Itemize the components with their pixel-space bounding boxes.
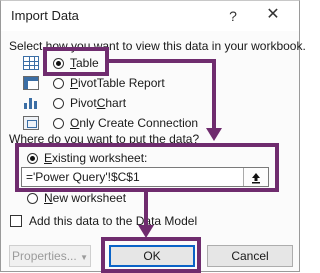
help-button[interactable]: ? (225, 6, 241, 26)
existing-worksheet-radio[interactable] (27, 152, 38, 164)
location-section-label: Where do you want to put the data? (9, 132, 200, 146)
pivottable-option[interactable]: PivotTable Report (53, 75, 165, 91)
pivottable-label: PivotTable Report (70, 76, 165, 90)
pivotchart-radio[interactable] (53, 97, 64, 109)
reference-field[interactable] (21, 167, 269, 187)
dropdown-arrow-icon: ▼ (80, 253, 88, 262)
collapse-dialog-button[interactable] (243, 168, 268, 186)
new-worksheet-radio[interactable] (27, 192, 38, 204)
new-worksheet-option[interactable]: New worksheet (27, 190, 126, 206)
dialog-title: Import Data (11, 8, 79, 23)
ok-button[interactable]: OK (109, 245, 195, 267)
pivotchart-option[interactable]: PivotChart (53, 95, 126, 111)
connection-option[interactable]: Only Create Connection (53, 115, 198, 131)
connection-radio[interactable] (53, 117, 64, 129)
close-button[interactable]: ✕ (263, 5, 283, 25)
data-model-label: Add this data to the Data Model (29, 214, 198, 228)
reference-input[interactable] (26, 168, 240, 186)
upload-arrow-icon (252, 172, 260, 184)
properties-button: Properties... ▼ (9, 245, 91, 267)
table-option[interactable]: Table (53, 55, 99, 71)
import-data-dialog: Import Data ? ✕ Select how you want to v… (0, 0, 306, 273)
pivottable-icon (23, 76, 39, 90)
cancel-button[interactable]: Cancel (207, 245, 293, 267)
table-icon (23, 56, 39, 70)
pivotchart-icon (23, 96, 39, 110)
arrowhead-location-icon (206, 128, 222, 141)
new-worksheet-label: New worksheet (44, 191, 127, 205)
data-model-checkbox[interactable] (10, 215, 22, 227)
view-section-label: Select how you want to view this data in… (9, 39, 306, 53)
pivottable-radio[interactable] (53, 77, 64, 89)
table-label: Table (70, 56, 99, 70)
title-bar: Import Data ? ✕ (1, 1, 299, 31)
connection-label: Only Create Connection (70, 116, 199, 130)
table-radio[interactable] (53, 57, 64, 69)
existing-worksheet-label: Existing worksheet: (44, 151, 148, 165)
connection-icon (23, 116, 39, 130)
pivotchart-label: PivotChart (70, 96, 127, 110)
existing-worksheet-option[interactable]: Existing worksheet: (27, 150, 147, 166)
